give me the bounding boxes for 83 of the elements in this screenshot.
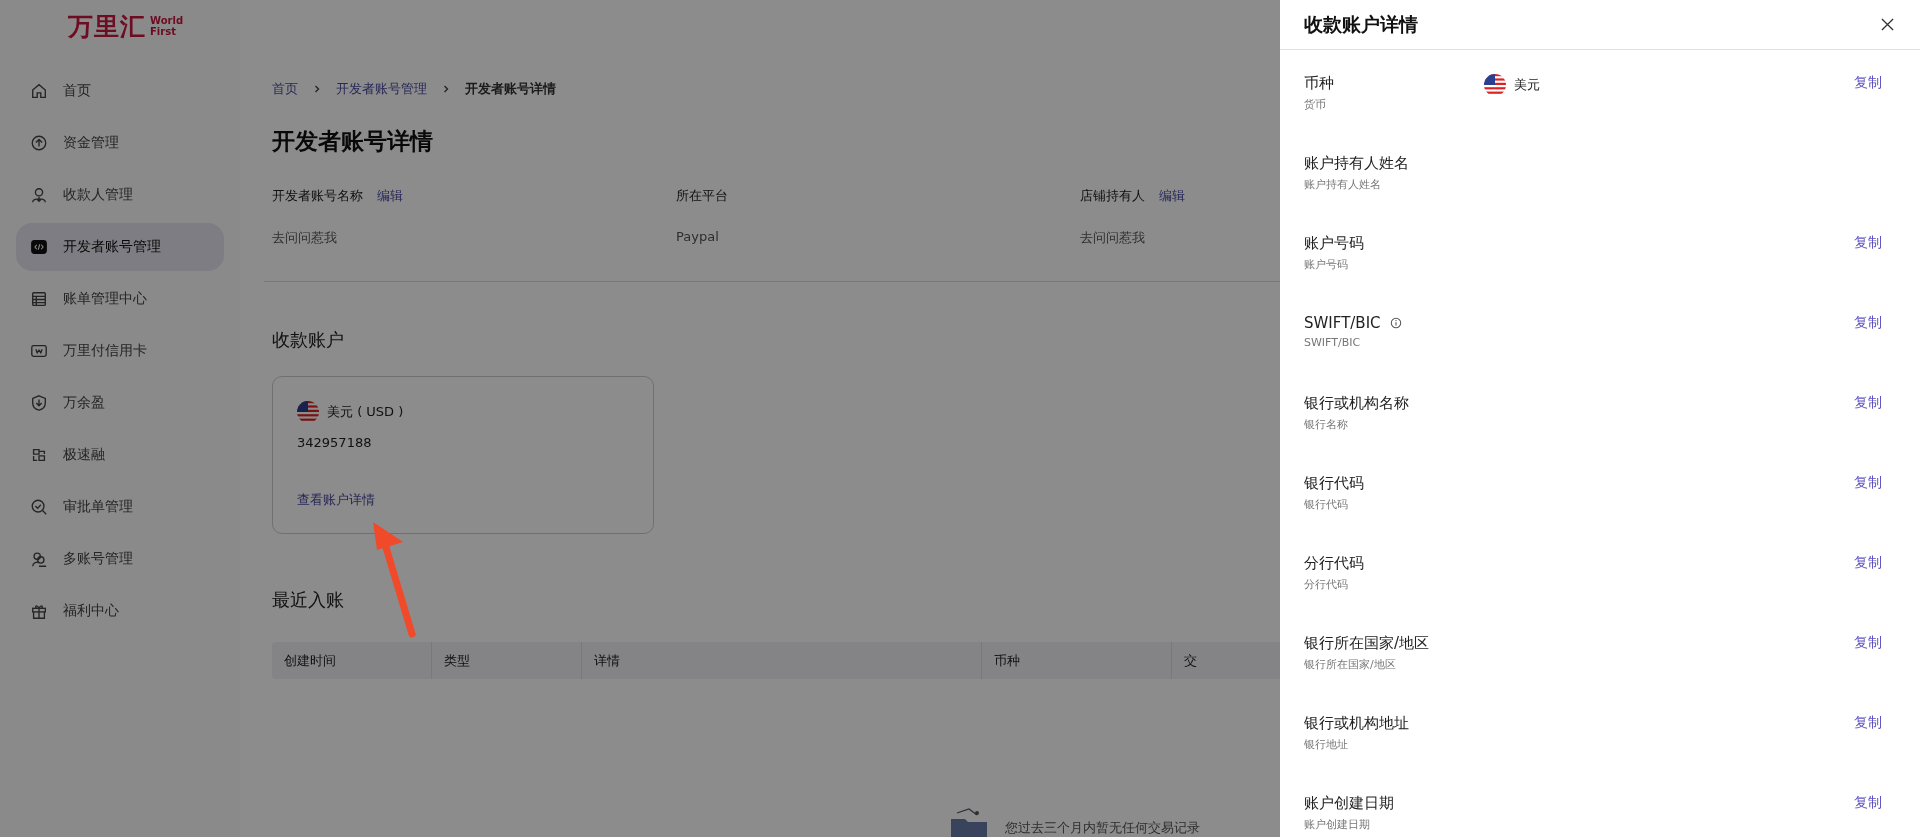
copy-link[interactable]: 复制 <box>1854 474 1882 492</box>
sidebar-item[interactable]: 极速融 <box>16 431 224 479</box>
detail-label: 账户创建日期 <box>1304 794 1394 813</box>
sidebar-item[interactable]: 首页 <box>16 67 224 115</box>
column-header: 币种 <box>994 653 1020 667</box>
sidebar-item[interactable]: 万余盈 <box>16 379 224 427</box>
sidebar-item[interactable]: 多账号管理 <box>16 535 224 583</box>
copy-link[interactable]: 复制 <box>1854 634 1882 652</box>
breadcrumb-link[interactable]: 首页 <box>272 80 298 98</box>
field-label: 店铺持有人 <box>1080 187 1145 205</box>
detail-label: 银行或机构地址 <box>1304 714 1409 733</box>
sidebar-item[interactable]: 万里付信用卡 <box>16 327 224 375</box>
copy-link[interactable]: 复制 <box>1854 394 1882 412</box>
field-label: 所在平台 <box>676 187 728 205</box>
sidebar-item[interactable]: 审批单管理 <box>16 483 224 531</box>
section-title: 收款账户 <box>272 327 345 352</box>
edit-link[interactable]: 编辑 <box>377 187 403 205</box>
copy-link[interactable]: 复制 <box>1854 554 1882 572</box>
detail-value: 美元 <box>1514 76 1540 94</box>
flag-icon <box>1484 74 1506 96</box>
detail-hint: 货币 <box>1304 97 1327 112</box>
empty-message: 您过去三个月内暂无任何交易记录 <box>1005 819 1200 837</box>
edit-link[interactable]: 编辑 <box>1159 187 1185 205</box>
copy-link[interactable]: 复制 <box>1854 714 1882 732</box>
field-label: 开发者账号名称 <box>272 187 363 205</box>
flag-icon <box>297 400 319 423</box>
column-header: 交 <box>1184 653 1197 667</box>
upload-circle-icon <box>30 134 48 152</box>
sidebar-item[interactable]: 福利中心 <box>16 587 224 635</box>
shield-icon <box>30 394 48 412</box>
detail-hint: 银行所在国家/地区 <box>1304 657 1397 672</box>
brand-tagline: World First <box>150 15 184 37</box>
people-icon <box>30 550 48 568</box>
detail-label: 分行代码 <box>1304 554 1364 573</box>
sidebar-item[interactable]: 账单管理中心 <box>16 275 224 323</box>
copy-link[interactable]: 复制 <box>1854 234 1882 252</box>
sidebar-item[interactable]: 资金管理 <box>16 119 224 167</box>
close-icon[interactable] <box>1881 18 1894 31</box>
chevron-right-icon <box>312 84 322 94</box>
detail-label: 账户持有人姓名 <box>1304 154 1409 173</box>
list-icon <box>30 290 48 308</box>
drawer-title: 收款账户详情 <box>1304 11 1418 37</box>
code-icon <box>30 238 48 256</box>
gift-icon <box>30 602 48 620</box>
breadcrumb-current: 开发者账号详情 <box>465 80 556 98</box>
account-number: 342957188 <box>297 434 372 450</box>
detail-label: 银行所在国家/地区 <box>1304 634 1430 653</box>
field-value: Paypal <box>676 229 720 244</box>
field-value: 去问问惹我 <box>1080 229 1146 247</box>
section-title: 最近入账 <box>272 587 345 612</box>
column-header: 创建时间 <box>284 653 336 667</box>
detail-label: 账户号码 <box>1304 234 1364 253</box>
detail-hint: 银行代码 <box>1304 497 1349 512</box>
copy-link[interactable]: 复制 <box>1854 74 1882 92</box>
breadcrumb-link[interactable]: 开发者账号管理 <box>336 80 427 98</box>
brand-logo: 万里汇 <box>68 10 146 43</box>
detail-label: 币种 <box>1304 74 1334 93</box>
detail-label: 银行代码 <box>1304 474 1364 493</box>
card-icon <box>30 342 48 360</box>
chevron-right-icon <box>441 84 451 94</box>
sidebar-item[interactable]: 收款人管理 <box>16 171 224 219</box>
detail-hint: 账户号码 <box>1304 257 1349 272</box>
info-icon[interactable] <box>1389 317 1402 329</box>
person-icon <box>30 186 48 204</box>
column-header: 详情 <box>594 653 620 667</box>
detail-hint: 分行代码 <box>1304 577 1349 592</box>
currency-name: 美元 ( USD ) <box>327 402 404 421</box>
detail-hint: 银行名称 <box>1304 417 1349 432</box>
copy-link[interactable]: 复制 <box>1854 314 1882 332</box>
search-check-icon <box>30 498 48 516</box>
view-details-link[interactable]: 查看账户详情 <box>297 490 375 509</box>
field-value: 去问问惹我 <box>272 229 338 247</box>
home-icon <box>30 82 48 100</box>
detail-hint: 账户持有人姓名 <box>1304 177 1382 192</box>
detail-label: SWIFT/BIC <box>1304 314 1381 332</box>
page-title: 开发者账号详情 <box>272 127 434 156</box>
column-header: 类型 <box>444 653 470 667</box>
detail-hint: 账户创建日期 <box>1304 817 1371 832</box>
sidebar-item[interactable]: 开发者账号管理 <box>16 223 224 271</box>
detail-hint: SWIFT/BIC <box>1304 336 1362 349</box>
detail-label: 银行或机构名称 <box>1304 394 1409 413</box>
detail-hint: 银行地址 <box>1304 737 1349 752</box>
copy-link[interactable]: 复制 <box>1854 794 1882 812</box>
